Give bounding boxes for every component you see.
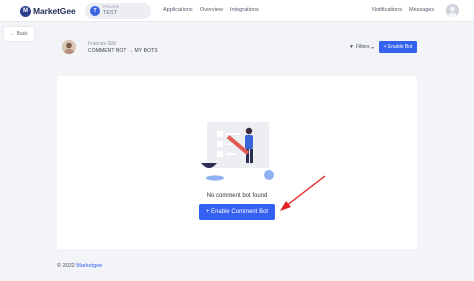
breadcrumb-page: MY BOTS xyxy=(134,48,158,54)
back-button[interactable]: ← Back xyxy=(4,27,34,41)
enable-bot-button[interactable]: + Enable Bot xyxy=(379,41,417,53)
footer-link[interactable]: Marketgee xyxy=(76,263,102,269)
brand-logo-icon: M xyxy=(20,5,31,17)
workspace-avatar: T xyxy=(90,6,100,16)
brand-logo[interactable]: M MarketGee xyxy=(20,5,76,17)
profile-avatar xyxy=(62,40,76,54)
workspace-name: TEST xyxy=(103,9,118,16)
workspace-switcher[interactable]: T Preview TEST xyxy=(85,3,151,19)
profile-photo-icon xyxy=(62,40,76,54)
workspace-label: Preview xyxy=(103,5,120,9)
user-silhouette-icon xyxy=(446,4,459,17)
top-navbar: M MarketGee T Preview TEST Applications … xyxy=(0,0,474,22)
nav-applications[interactable]: Applications xyxy=(163,7,193,13)
nav-overview[interactable]: Overview xyxy=(200,7,223,13)
enable-comment-bot-button[interactable]: + Enable Comment Bot xyxy=(199,204,275,220)
filters-button[interactable]: ▼ Filters ▾ xyxy=(349,42,374,52)
nav-integrations[interactable]: Integrations xyxy=(230,7,259,13)
breadcrumb-separator: → xyxy=(127,48,134,54)
profile-name: Frances Gilli xyxy=(88,41,116,47)
breadcrumb-section[interactable]: COMMENT BOT xyxy=(88,48,126,54)
empty-state-illustration xyxy=(201,122,274,181)
filter-icon: ▼ xyxy=(349,44,354,50)
nav-notifications[interactable]: Notifications xyxy=(372,7,402,13)
breadcrumb: COMMENT BOT → MY BOTS xyxy=(88,48,158,54)
nav-messages[interactable]: Messages xyxy=(409,7,434,13)
footer: © 2022 Marketgee xyxy=(57,263,102,269)
chevron-down-icon: ▾ xyxy=(371,44,374,50)
footer-copyright: © 2022 xyxy=(57,263,75,269)
user-avatar[interactable] xyxy=(446,4,459,17)
empty-state-message: No comment bot found xyxy=(206,193,268,199)
brand-name: MarketGee xyxy=(33,6,76,16)
filters-label: Filters xyxy=(355,44,370,50)
